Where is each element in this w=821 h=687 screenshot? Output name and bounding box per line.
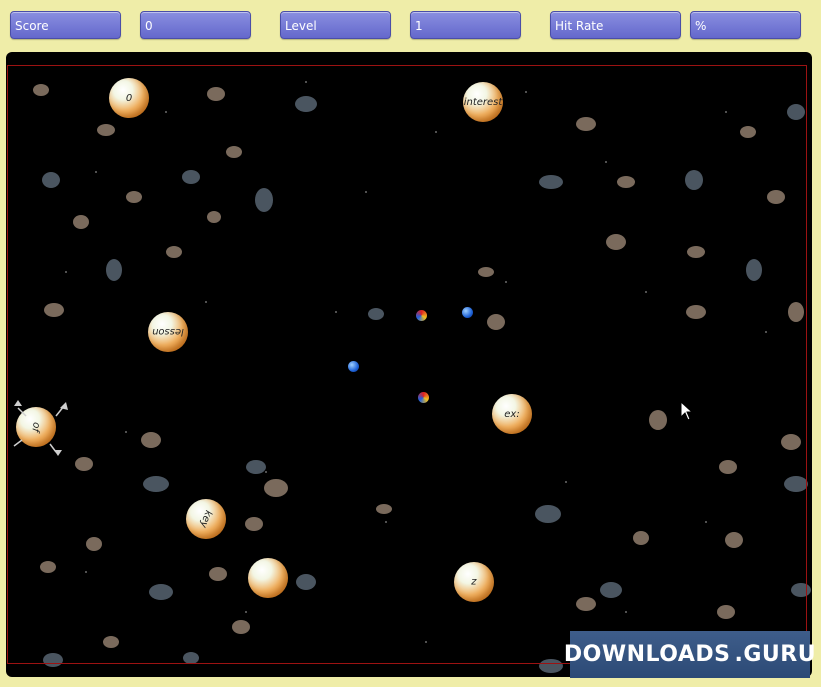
word-ball-label: lesson bbox=[152, 326, 184, 338]
watermark-banner: DOWNLOADS .GURU bbox=[564, 631, 816, 678]
projectile-orb bbox=[348, 361, 359, 372]
word-ball-label: z bbox=[471, 576, 477, 588]
hud-bar: Score 0 Level 1 Hit Rate % bbox=[0, 0, 821, 52]
level-label: Level bbox=[280, 11, 391, 39]
watermark-suffix: .GURU bbox=[734, 642, 817, 667]
projectile-orb bbox=[462, 307, 473, 318]
score-value: 0 bbox=[140, 11, 251, 39]
cannon-frame-icon bbox=[13, 400, 68, 456]
word-ball[interactable]: 0 bbox=[109, 78, 149, 118]
hit-rate-label: Hit Rate bbox=[550, 11, 681, 39]
word-ball-label: 0 bbox=[125, 92, 133, 104]
word-ball[interactable]: z bbox=[454, 562, 494, 602]
projectile-orb bbox=[418, 392, 429, 403]
level-value: 1 bbox=[410, 11, 521, 39]
word-ball-label: interest bbox=[463, 96, 503, 108]
word-ball[interactable]: key bbox=[186, 499, 226, 539]
projectile-orb bbox=[416, 310, 427, 321]
word-ball[interactable]: ex: bbox=[492, 394, 532, 434]
word-ball[interactable]: interest bbox=[463, 82, 503, 122]
game-field[interactable]: 0 interest lesson ex: of key z bbox=[6, 52, 812, 677]
play-area-border bbox=[7, 65, 807, 664]
word-ball[interactable]: lesson bbox=[148, 312, 188, 352]
hit-rate-value: % bbox=[690, 11, 801, 39]
mouse-cursor-icon bbox=[680, 401, 694, 421]
score-label: Score bbox=[10, 11, 121, 39]
word-ball-label: ex: bbox=[504, 408, 520, 420]
word-ball[interactable] bbox=[248, 558, 288, 598]
watermark-text: DOWNLOADS bbox=[563, 642, 731, 667]
word-ball-label bbox=[248, 558, 288, 598]
